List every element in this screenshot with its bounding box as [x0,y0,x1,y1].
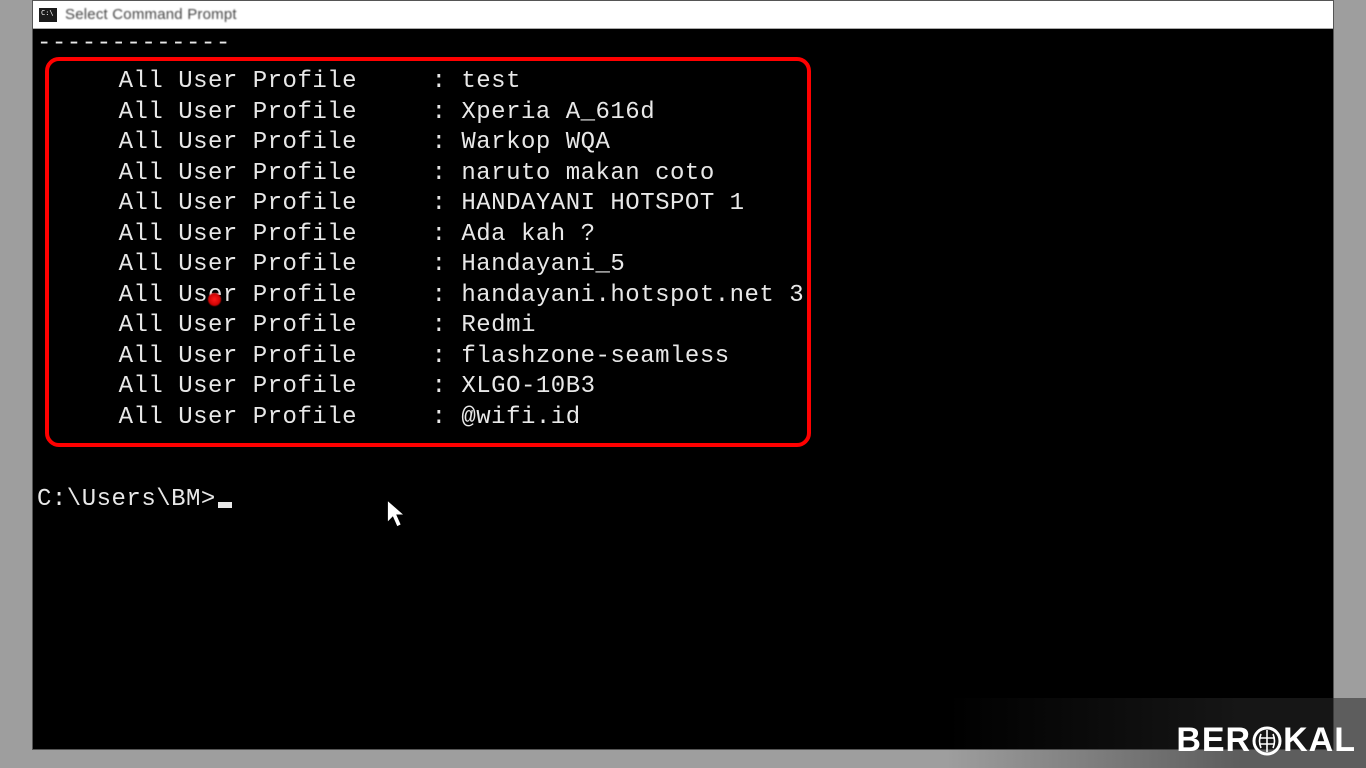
profile-label [59,343,119,370]
watermark-logo: BER KAL [1176,721,1356,760]
profile-row: All User Profile : handayani.hotspot.net… [59,281,797,312]
profile-label [59,312,119,339]
laser-pointer-icon [208,293,221,306]
profile-label [59,160,119,187]
highlighted-profiles: All User Profile : test All User Profile… [45,57,811,447]
prompt-line[interactable]: C:\Users\BM> [37,485,1329,516]
profile-label [59,68,119,95]
cmd-icon [39,8,57,22]
profile-value: handayani.hotspot.net 3 [461,282,804,309]
profile-value: test [461,68,521,95]
profile-row: All User Profile : XLGO-10B3 [59,372,797,403]
separator-line: ------------- [37,35,1329,53]
profile-row: All User Profile : Warkop WQA [59,128,797,159]
profile-value: Warkop WQA [461,129,610,156]
profile-row: All User Profile : test [59,67,797,98]
profile-row: All User Profile : Handayani_5 [59,250,797,281]
mouse-pointer-icon [386,499,408,529]
profile-label [59,251,119,278]
profile-label [59,190,119,217]
watermark-brain-icon [1252,726,1282,756]
profile-value: HANDAYANI HOTSPOT 1 [461,190,744,217]
profile-label [59,221,119,248]
watermark-text-1: BER [1176,721,1251,760]
window-title: Select Command Prompt [65,6,237,23]
profile-value: naruto makan coto [461,160,714,187]
profile-row: All User Profile : Ada kah ? [59,220,797,251]
profile-value: flashzone-seamless [461,343,729,370]
profile-row: All User Profile : Xperia A_616d [59,98,797,129]
profile-label [59,282,119,309]
profile-value: Ada kah ? [461,221,595,248]
profile-row: All User Profile : Redmi [59,311,797,342]
cursor-icon [218,502,232,508]
profile-value: @wifi.id [461,404,580,431]
profile-label [59,129,119,156]
profile-value: Redmi [461,312,536,339]
profile-label [59,373,119,400]
watermark-text-2: KAL [1283,721,1356,760]
cmd-window: Select Command Prompt ------------- All … [32,0,1334,750]
titlebar[interactable]: Select Command Prompt [33,1,1333,29]
profile-row: All User Profile : naruto makan coto [59,159,797,190]
profile-row: All User Profile : HANDAYANI HOTSPOT 1 [59,189,797,220]
terminal-output[interactable]: ------------- All User Profile : test Al… [33,29,1333,749]
profile-row: All User Profile : flashzone-seamless [59,342,797,373]
profile-label [59,404,119,431]
prompt-text: C:\Users\BM> [37,486,216,513]
profile-label [59,99,119,126]
profile-value: Xperia A_616d [461,99,655,126]
profile-value: Handayani_5 [461,251,625,278]
profile-value: XLGO-10B3 [461,373,595,400]
profile-row: All User Profile : @wifi.id [59,403,797,434]
